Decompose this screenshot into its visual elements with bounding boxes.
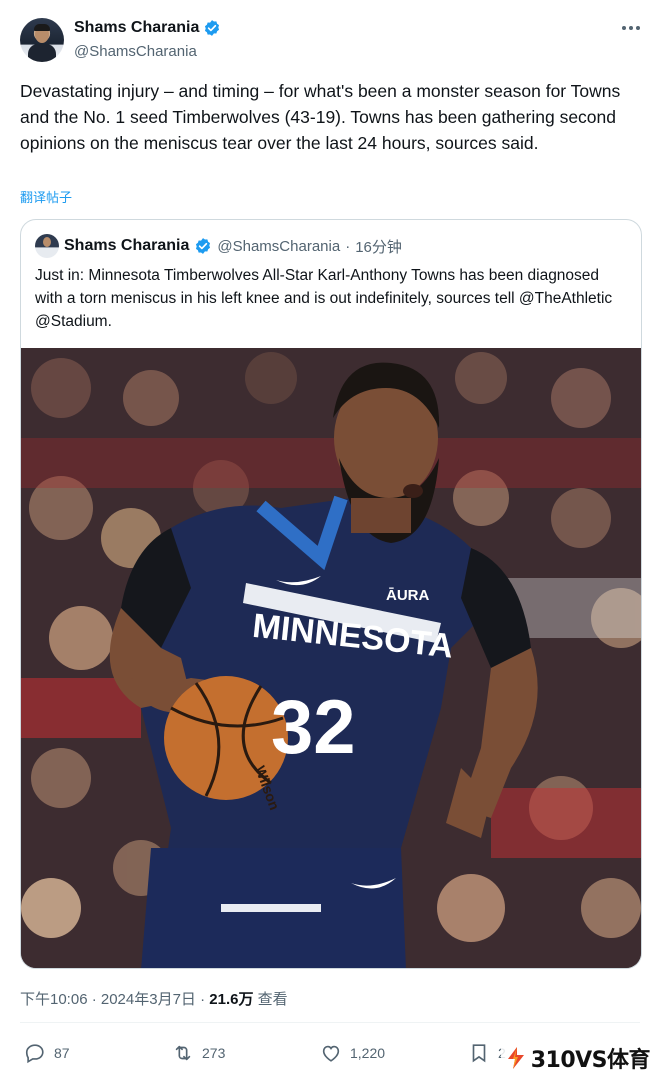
author-display-name[interactable]: Shams Charania xyxy=(74,19,199,37)
verified-badge-icon xyxy=(196,238,211,254)
site-watermark: 310VS体育 xyxy=(500,1040,654,1074)
quoted-display-name: Shams Charania xyxy=(64,237,190,254)
view-count: 21.6万 xyxy=(209,991,254,1008)
author-avatar[interactable] xyxy=(20,18,64,62)
watermark-logo-icon xyxy=(507,1047,524,1069)
retweet-button[interactable]: 273 xyxy=(172,1042,225,1064)
heart-icon xyxy=(322,1045,340,1062)
retweet-icon xyxy=(175,1045,191,1061)
reply-count: 87 xyxy=(54,1045,70,1061)
retweet-count: 273 xyxy=(202,1045,226,1061)
quoted-separator: · xyxy=(345,237,351,255)
watermark-text: 310VS体育 xyxy=(530,1048,651,1073)
like-count: 1,220 xyxy=(350,1045,386,1061)
jersey-sponsor-text: ĀURA xyxy=(386,587,429,604)
basketball-player-illustration: Wilson ĀURA MINNESOTA 32 xyxy=(21,348,641,968)
tweet-text: Devastating injury – and timing – for wh… xyxy=(20,81,621,153)
translate-link[interactable]: 翻译帖子 xyxy=(20,187,72,206)
tweet-meta: 下午10:06 · 2024年3月7日 · 21.6万 查看 xyxy=(20,988,288,1009)
author-handle[interactable]: @ShamsCharania xyxy=(74,43,197,60)
like-button[interactable]: 1,220 xyxy=(320,1042,385,1064)
tweet-header: Shams Charania @ShamsCharania xyxy=(20,16,644,66)
quoted-header: Shams Charania @ShamsCharania · 16分钟 xyxy=(35,234,402,258)
quoted-tweet[interactable]: Shams Charania @ShamsCharania · 16分钟 Jus… xyxy=(20,219,642,969)
quoted-photo[interactable]: Wilson ĀURA MINNESOTA 32 xyxy=(21,348,641,968)
bookmark-icon xyxy=(472,1044,486,1063)
more-options-icon[interactable] xyxy=(620,20,642,36)
quoted-avatar xyxy=(35,234,59,258)
quoted-time: 16分钟 xyxy=(355,238,402,256)
quoted-handle: @ShamsCharania xyxy=(217,237,341,255)
reply-button[interactable]: 87 xyxy=(24,1042,70,1064)
view-label: 查看 xyxy=(253,991,288,1008)
author-name-line[interactable]: Shams Charania xyxy=(74,19,221,37)
quoted-text: Just in: Minnesota Timberwolves All-Star… xyxy=(35,267,613,330)
verified-badge-icon xyxy=(205,20,220,36)
jersey-number-text: 32 xyxy=(271,685,356,770)
reply-icon xyxy=(25,1044,44,1064)
tweet-timestamp[interactable]: 下午10:06 · 2024年3月7日 · xyxy=(20,991,209,1008)
divider xyxy=(20,1022,640,1023)
